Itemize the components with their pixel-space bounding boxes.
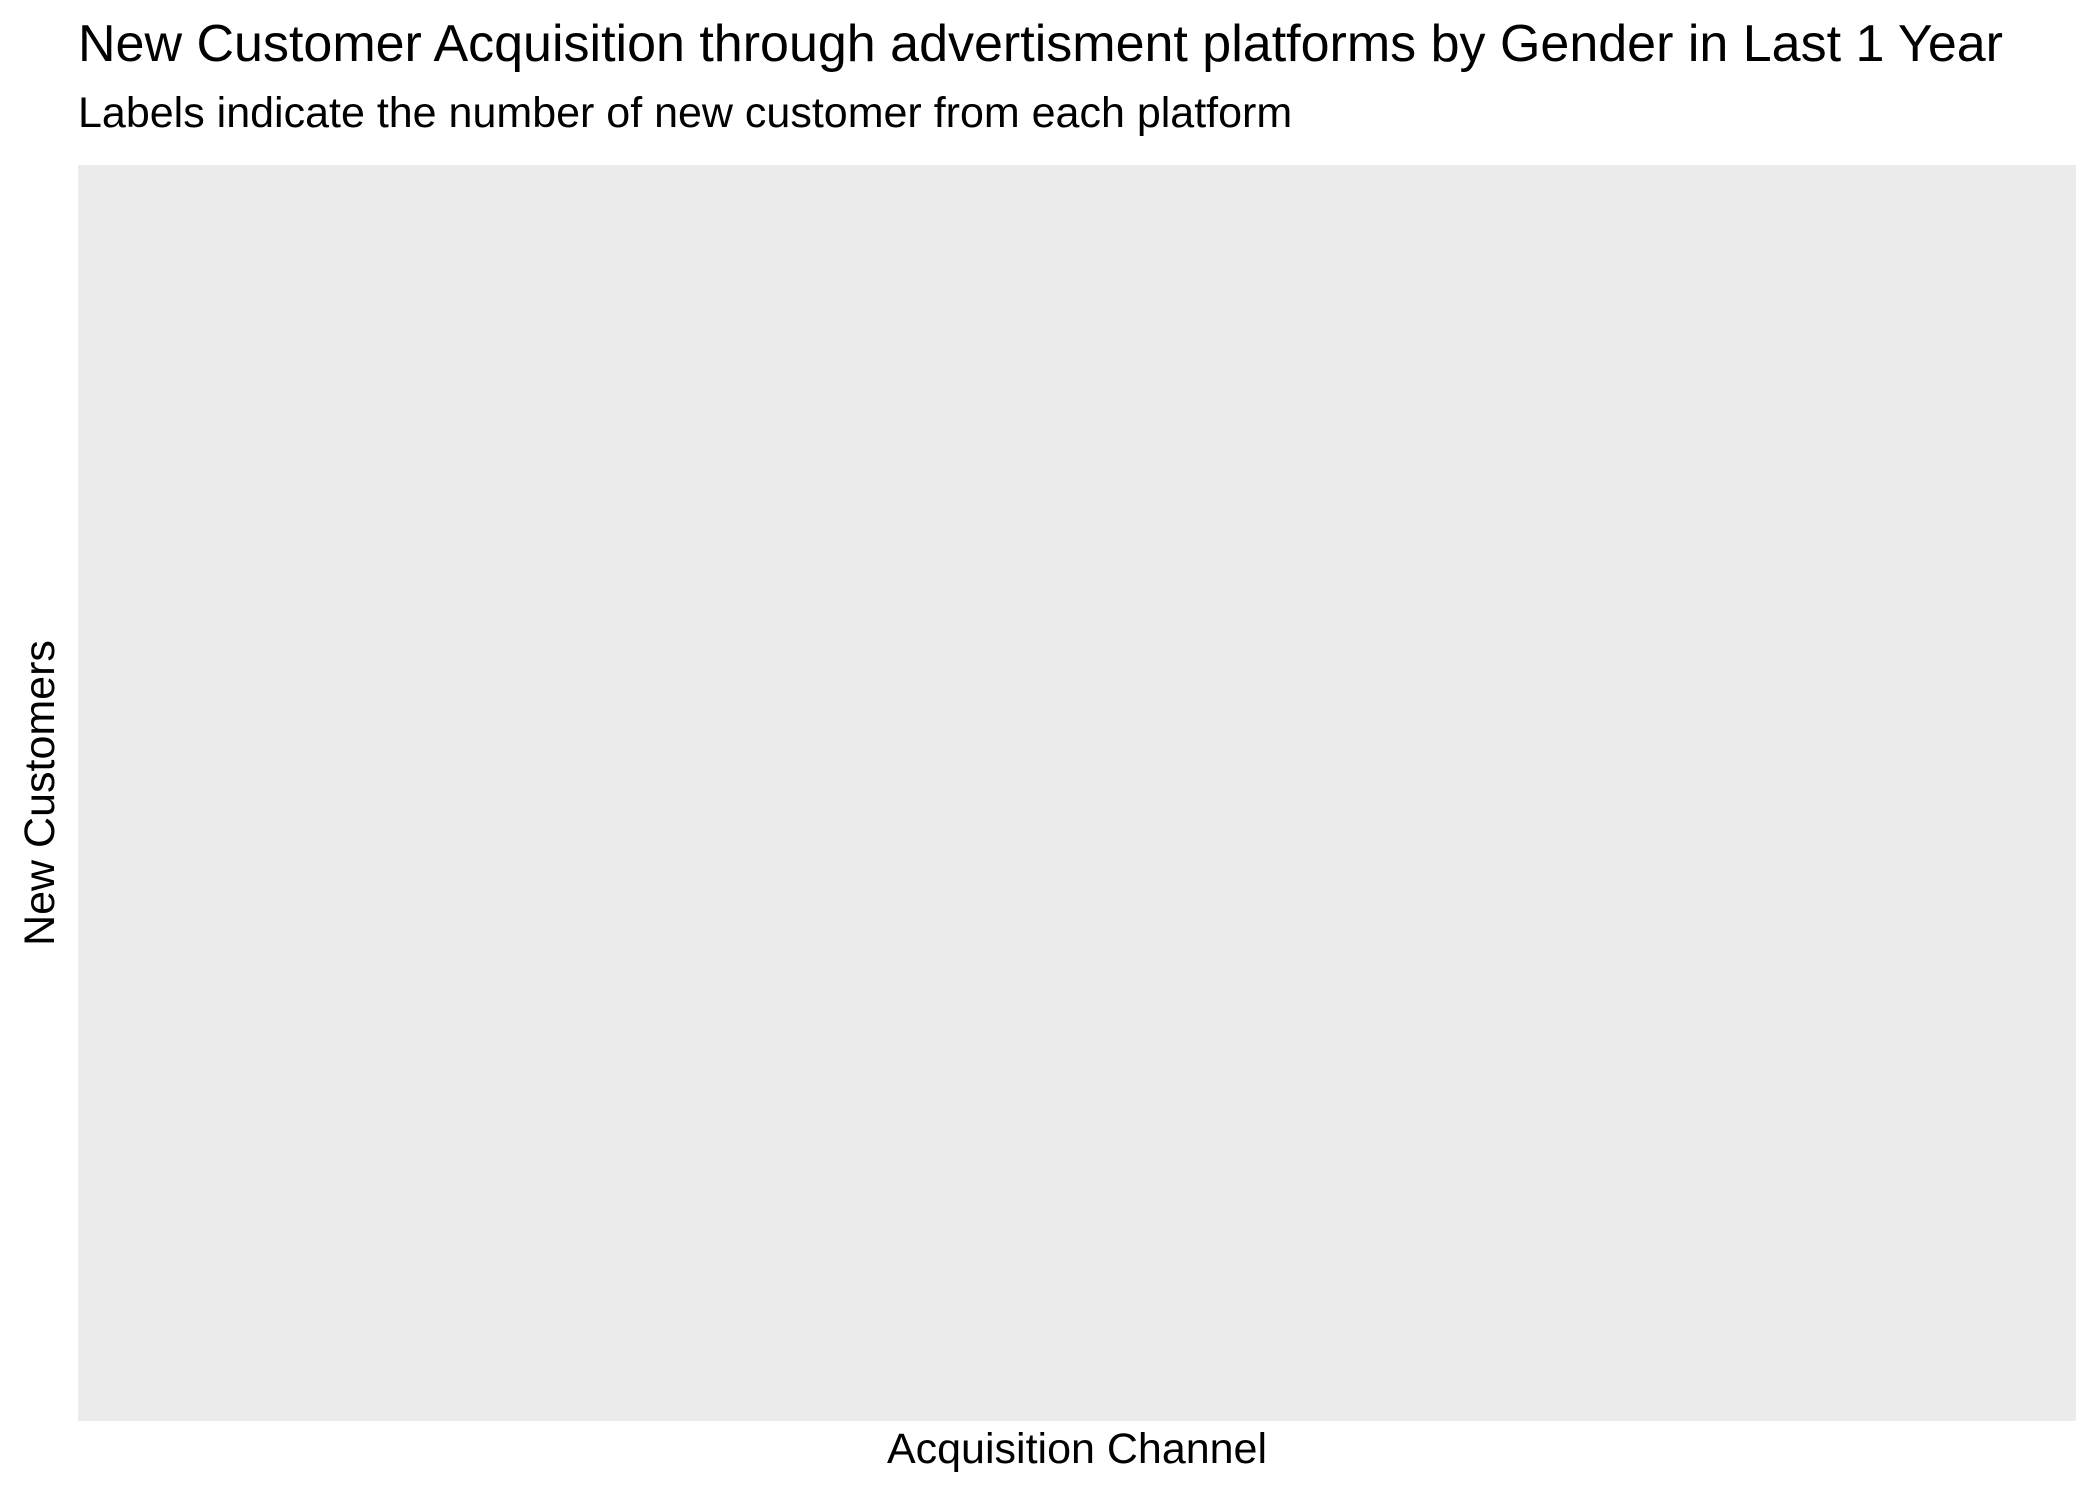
plot-area: [78, 165, 2076, 1421]
chart-title: New Customer Acquisition through adverti…: [78, 15, 2003, 73]
chart-subtitle: Labels indicate the number of new custom…: [78, 89, 1293, 137]
y-axis-label: New Customers: [16, 640, 64, 946]
x-axis-label: Acquisition Channel: [886, 1425, 1268, 1473]
chart-figure: New Customer Acquisition through adverti…: [0, 0, 2100, 1500]
plot-panel: [78, 165, 2076, 1421]
